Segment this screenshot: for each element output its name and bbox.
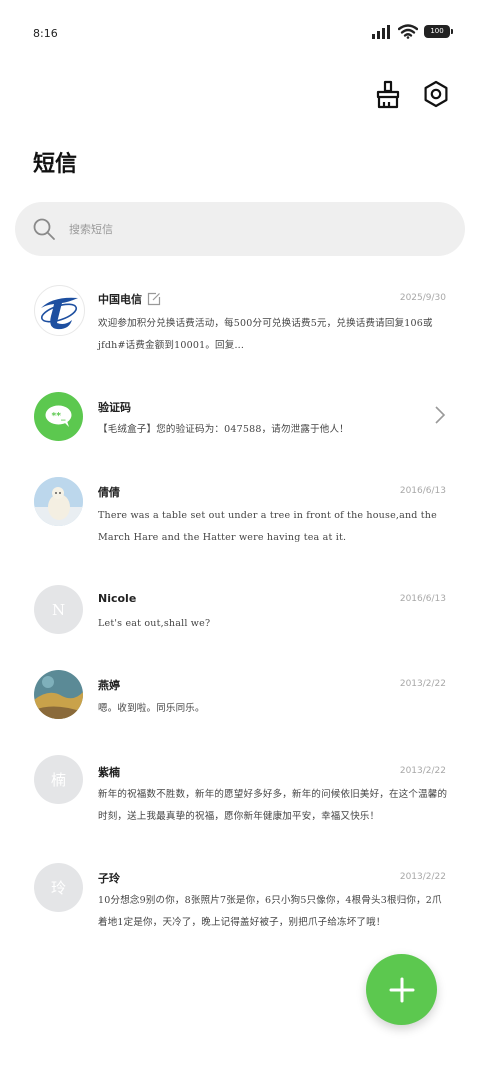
conversation-item[interactable]: 楠 紫楠 2013/2/22 新年的祝福数不胜数，新年的愿望好多好多，新年的问候… [0, 750, 480, 850]
message-date: 2013/2/22 [399, 679, 446, 689]
clean-button[interactable] [372, 78, 404, 110]
search-icon [33, 218, 55, 240]
message-preview: 欢迎参加积分兑换话费活动，每500分可兑换话费5元，兑换话费请回复106或jfd… [98, 318, 433, 351]
contact-name: 燕婷 [98, 679, 120, 692]
contact-name: Nicole [98, 592, 137, 605]
message-preview: 10分想念9别の你，8张照片7张是你，6只小狗5只像你，4根骨头3根归你，2爪着… [98, 895, 442, 928]
polar-bear-photo [34, 477, 83, 526]
avatar: 玲 [34, 863, 83, 912]
compose-button[interactable] [366, 954, 437, 1025]
message-preview: There was a table set out under a tree i… [98, 510, 437, 543]
status-time: 8:16 [33, 27, 58, 40]
chevron-right-icon[interactable] [434, 405, 446, 425]
message-preview: 新年的祝福数不胜数，新年的愿望好多好多，新年的问候依旧美好，在这个温馨的时刻，送… [98, 789, 448, 822]
status-bar: 8:16 100 [0, 0, 480, 66]
conversation-item[interactable]: 玲 子玲 2013/2/22 10分想念9别の你，8张照片7张是你，6只小狗5只… [0, 860, 480, 960]
landscape-photo [34, 670, 83, 719]
plus-icon [389, 977, 414, 1002]
search-input[interactable] [67, 221, 431, 237]
svg-text:**_: **_ [52, 412, 66, 422]
avatar: 楠 [34, 755, 83, 804]
status-icons: 100 [372, 24, 453, 39]
page-title: 短信 [33, 151, 78, 177]
conversation-item[interactable]: **_ 验证码 【毛绒盒子】您的验证码为：047588，请勿泄露于他人！ [0, 385, 480, 465]
settings-hex-icon [424, 80, 448, 108]
sms-bubble-icon: **_ [34, 392, 83, 441]
settings-button[interactable] [420, 78, 452, 110]
contact-name: 子玲 [98, 872, 120, 885]
top-actions [372, 78, 452, 110]
message-date: 2016/6/13 [399, 486, 446, 496]
contact-name: 紫楠 [98, 766, 120, 779]
message-date: 2013/2/22 [399, 766, 446, 776]
contact-name: 倩倩 [98, 486, 120, 499]
wifi-icon [398, 24, 418, 39]
edit-icon [147, 292, 161, 306]
signal-icon [372, 24, 390, 39]
message-preview: Let's eat out,shall we? [98, 618, 211, 629]
china-telecom-logo [34, 285, 85, 336]
message-date: 2013/2/22 [399, 872, 446, 882]
search-bar[interactable] [15, 202, 465, 256]
conversation-item[interactable]: N Nicole 2016/6/13 Let's eat out,shall w… [0, 580, 480, 655]
message-preview: 嗯。收到啦。同乐同乐。 [98, 703, 205, 714]
message-date: 2016/6/13 [399, 594, 446, 604]
conversation-item[interactable]: 倩倩 2016/6/13 There was a table set out u… [0, 470, 480, 570]
message-preview: 【毛绒盒子】您的验证码为：047588，请勿泄露于他人！ [98, 424, 349, 435]
battery-icon: 100 [424, 25, 453, 38]
message-date: 2025/9/30 [399, 293, 446, 303]
conversation-item[interactable]: 中国电信 2025/9/30 欢迎参加积分兑换话费活动，每500分可兑换话费5元… [0, 270, 480, 370]
conversation-item[interactable]: 燕婷 2013/2/22 嗯。收到啦。同乐同乐。 [0, 665, 480, 740]
contact-name: 验证码 [98, 401, 131, 414]
avatar: N [34, 585, 83, 634]
contact-name: 中国电信 [98, 291, 161, 307]
broom-icon [376, 80, 400, 109]
